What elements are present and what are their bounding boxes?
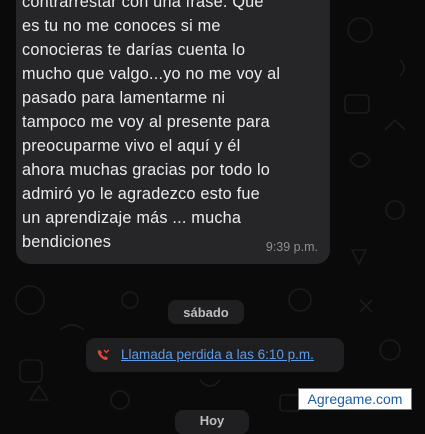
message-line: tampoco me voy al presente para <box>22 113 270 131</box>
message-line: preocuparme vivo el aquí y él <box>22 137 241 155</box>
missed-call-link[interactable]: Llamada perdida a las 6:10 p.m. <box>121 347 314 362</box>
message-line: admiró yo le agradezco esto fue <box>22 185 260 203</box>
message-line: es tu no me conoces si me <box>22 17 221 35</box>
message-line: mucho que valgo...yo no me voy al <box>22 65 281 83</box>
watermark: Agregame.com <box>298 388 412 410</box>
message-line: bendiciones <box>22 233 112 251</box>
message-line: un aprendizaje más ... mucha <box>22 209 242 227</box>
message-line: ahora muchas gracias por todo lo <box>22 161 271 179</box>
message-line: conocieras te darías cuenta lo <box>22 41 246 59</box>
day-separator: sábado <box>168 300 244 324</box>
missed-call-icon <box>97 349 110 360</box>
message-timestamp: 9:39 p.m. <box>265 240 318 254</box>
message-bubble[interactable]: contrarrestar con una frase. Que es tu n… <box>16 0 330 264</box>
today-separator: Hoy <box>175 410 249 434</box>
message-line: pasado para lamentarme ni <box>22 89 226 107</box>
missed-call-notice[interactable]: Llamada perdida a las 6:10 p.m. <box>86 338 344 372</box>
message-line: contrarrestar con una frase. Que <box>22 0 264 11</box>
